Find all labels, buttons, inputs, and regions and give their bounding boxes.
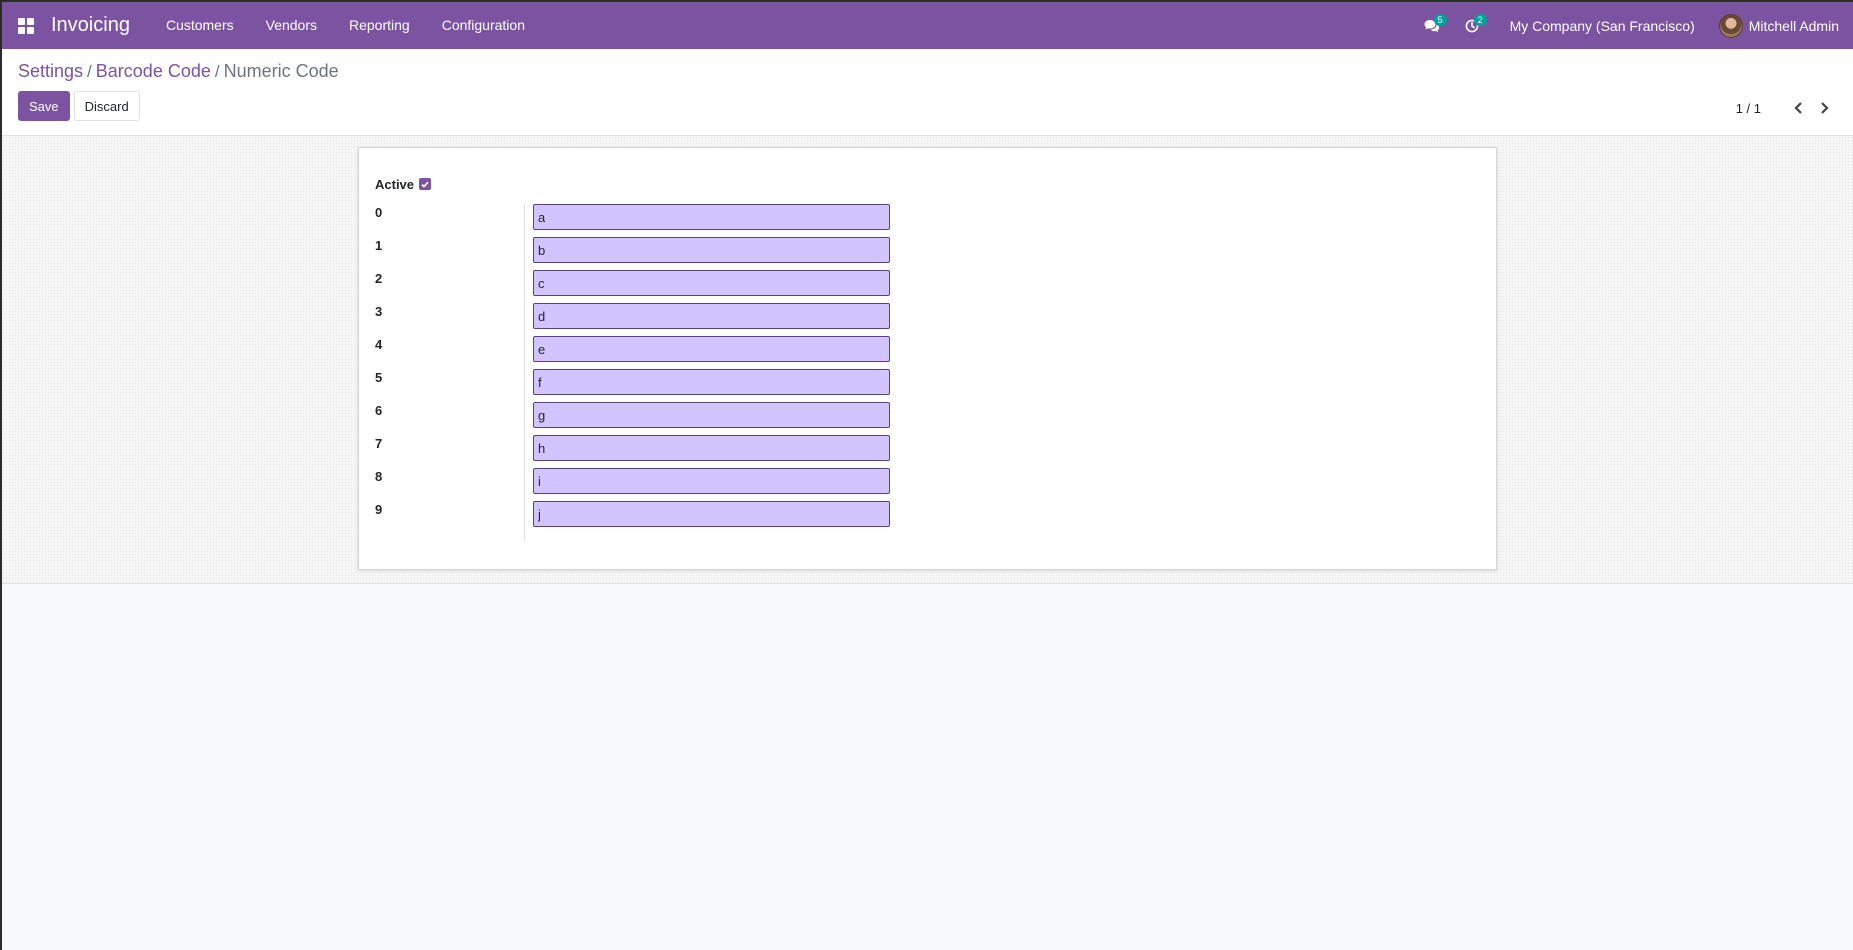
checkmark-icon — [421, 181, 429, 188]
systray: 5 2 My Company (San Francisco) Mitchell … — [1412, 2, 1853, 49]
digit-label-4: 4 — [375, 337, 383, 352]
menu-item-reporting[interactable]: Reporting — [333, 2, 426, 49]
save-button[interactable]: Save — [18, 91, 70, 121]
user-name: Mitchell Admin — [1748, 17, 1839, 34]
digit-label-2: 2 — [375, 271, 383, 286]
form-sheet: Active 0 1 2 3 4 5 6 7 8 9 — [358, 147, 1497, 570]
pager-next-button[interactable] — [1813, 97, 1835, 119]
breadcrumb-separator: / — [214, 62, 220, 81]
digit-4-input[interactable] — [533, 336, 890, 362]
menu-item-customers[interactable]: Customers — [150, 2, 250, 49]
messages-count-badge: 5 — [1433, 14, 1447, 26]
digit-label-0: 0 — [375, 205, 383, 220]
pager: 1 / 1 — [1736, 97, 1835, 119]
digit-1-input[interactable] — [533, 237, 890, 263]
form-buttons: Save Discard — [18, 91, 1837, 121]
chevron-right-icon — [1820, 102, 1829, 114]
form-background: Active 0 1 2 3 4 5 6 7 8 9 — [2, 136, 1853, 584]
apps-menu-icon[interactable] — [18, 17, 34, 34]
digit-label-7: 7 — [375, 436, 383, 451]
top-navbar: Invoicing Customers Vendors Reporting Co… — [2, 2, 1853, 49]
digit-6-input[interactable] — [533, 402, 890, 428]
menu-item-configuration[interactable]: Configuration — [426, 2, 541, 49]
app-title[interactable]: Invoicing — [51, 14, 130, 37]
chevron-left-icon — [1793, 102, 1802, 114]
breadcrumb-current: Numeric Code — [223, 61, 339, 81]
company-switcher[interactable]: My Company (San Francisco) — [1492, 18, 1719, 34]
digit-label-9: 9 — [375, 502, 383, 517]
avatar — [1718, 13, 1743, 38]
active-label: Active — [375, 176, 415, 192]
user-menu[interactable]: Mitchell Admin — [1718, 13, 1853, 38]
active-checkbox[interactable] — [419, 178, 432, 190]
messages-button[interactable]: 5 — [1412, 2, 1452, 49]
digit-0-input[interactable] — [533, 204, 890, 230]
activities-count-badge: 2 — [1473, 14, 1487, 26]
digit-3-input[interactable] — [533, 303, 890, 329]
digit-label-3: 3 — [375, 304, 383, 319]
digit-label-6: 6 — [375, 403, 383, 418]
control-panel: Settings / Barcode Code / Numeric Code S… — [2, 49, 1853, 136]
digit-8-input[interactable] — [533, 468, 890, 494]
numeric-code-grid: 0 1 2 3 4 5 6 7 8 9 — [375, 204, 1480, 542]
main-menu: Customers Vendors Reporting Configuratio… — [150, 2, 541, 49]
breadcrumb-separator: / — [87, 62, 92, 81]
digit-2-input[interactable] — [533, 270, 890, 296]
pager-previous-button[interactable] — [1787, 97, 1809, 119]
digit-label-5: 5 — [375, 370, 383, 385]
menu-item-vendors[interactable]: Vendors — [250, 2, 333, 49]
active-field: Active — [375, 175, 1480, 193]
digit-labels: 0 1 2 3 4 5 6 7 8 9 — [375, 204, 525, 542]
discard-button[interactable]: Discard — [73, 91, 140, 121]
digit-5-input[interactable] — [533, 369, 890, 395]
digit-9-input[interactable] — [533, 501, 890, 527]
digit-label-1: 1 — [375, 238, 383, 253]
digit-7-input[interactable] — [533, 435, 890, 461]
pager-value[interactable]: 1 / 1 — [1736, 101, 1761, 116]
breadcrumb-barcode-code[interactable]: Barcode Code — [96, 61, 211, 82]
digit-inputs — [525, 204, 890, 542]
activities-button[interactable]: 2 — [1452, 2, 1492, 49]
digit-label-8: 8 — [375, 469, 383, 484]
breadcrumb-settings[interactable]: Settings — [18, 61, 83, 82]
breadcrumb: Settings / Barcode Code / Numeric Code — [18, 49, 1837, 82]
